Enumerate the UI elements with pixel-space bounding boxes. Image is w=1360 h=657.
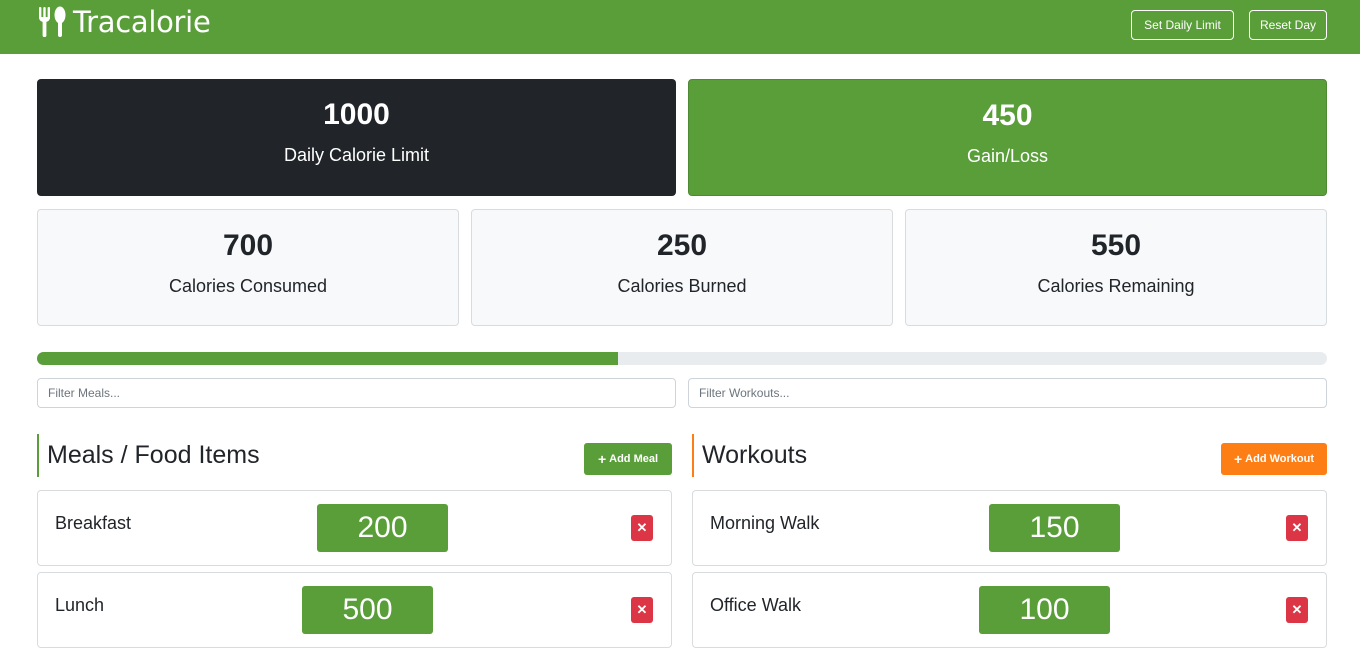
meal-item: Lunch 500 ✕ — [37, 572, 672, 648]
daily-limit-value: 1000 — [323, 98, 390, 131]
workout-calories: 150 — [989, 504, 1120, 552]
close-icon: ✕ — [636, 520, 648, 535]
gain-loss-value: 450 — [982, 99, 1033, 132]
close-icon: ✕ — [636, 602, 648, 617]
utensils-icon — [39, 6, 66, 37]
workout-item: Office Walk 100 ✕ — [692, 572, 1327, 648]
meal-item: Breakfast 200 ✕ — [37, 490, 672, 566]
gain-loss-card: 450 Gain/Loss — [688, 79, 1327, 196]
calories-consumed-value: 700 — [222, 229, 274, 262]
filter-meals-input[interactable] — [37, 378, 676, 408]
brand[interactable]: Tracalorie — [37, 4, 211, 40]
workout-name: Morning Walk — [710, 513, 820, 533]
meal-name: Breakfast — [55, 513, 132, 533]
delete-workout-button[interactable]: ✕ — [1286, 515, 1308, 541]
workout-item: Morning Walk 150 ✕ — [692, 490, 1327, 566]
calories-burned-value: 250 — [656, 229, 708, 262]
meal-calories: 500 — [302, 586, 433, 634]
filter-workouts-input[interactable] — [688, 378, 1327, 408]
workout-name: Office Walk — [710, 595, 802, 615]
workouts-section-title: Workouts — [692, 434, 807, 477]
delete-meal-button[interactable]: ✕ — [631, 515, 653, 541]
meal-calories: 200 — [317, 504, 448, 552]
calories-remaining-card: 550 Calories Remaining — [905, 209, 1327, 326]
calorie-progress-bar — [37, 352, 618, 365]
calories-remaining-value: 550 — [1090, 229, 1142, 262]
calorie-progress — [37, 352, 1327, 365]
reset-day-button[interactable]: Reset Day — [1249, 10, 1327, 40]
workout-calories: 100 — [979, 586, 1110, 634]
meal-name: Lunch — [55, 595, 105, 615]
add-workout-label: Add Workout — [1245, 453, 1315, 465]
calories-consumed-card: 700 Calories Consumed — [37, 209, 459, 326]
daily-limit-card: 1000 Daily Calorie Limit — [37, 79, 676, 196]
delete-meal-button[interactable]: ✕ — [631, 597, 653, 623]
calories-burned-label: Calories Burned — [617, 276, 747, 296]
add-workout-button[interactable]: + Add Workout — [1221, 443, 1327, 475]
plus-icon: + — [1233, 451, 1243, 467]
navbar: Tracalorie Set Daily Limit Reset Day — [0, 0, 1360, 54]
close-icon: ✕ — [1291, 520, 1303, 535]
close-icon: ✕ — [1291, 602, 1303, 617]
plus-icon: + — [597, 451, 607, 467]
meals-section-title: Meals / Food Items — [37, 434, 260, 477]
set-daily-limit-button[interactable]: Set Daily Limit — [1131, 10, 1234, 40]
calories-remaining-label: Calories Remaining — [1037, 276, 1195, 296]
add-meal-label: Add Meal — [609, 453, 659, 465]
calories-burned-card: 250 Calories Burned — [471, 209, 893, 326]
delete-workout-button[interactable]: ✕ — [1286, 597, 1308, 623]
brand-title: Tracalorie — [73, 5, 211, 39]
add-meal-button[interactable]: + Add Meal — [584, 443, 672, 475]
gain-loss-label: Gain/Loss — [966, 146, 1049, 166]
daily-limit-label: Daily Calorie Limit — [283, 145, 430, 165]
calories-consumed-label: Calories Consumed — [168, 276, 328, 296]
